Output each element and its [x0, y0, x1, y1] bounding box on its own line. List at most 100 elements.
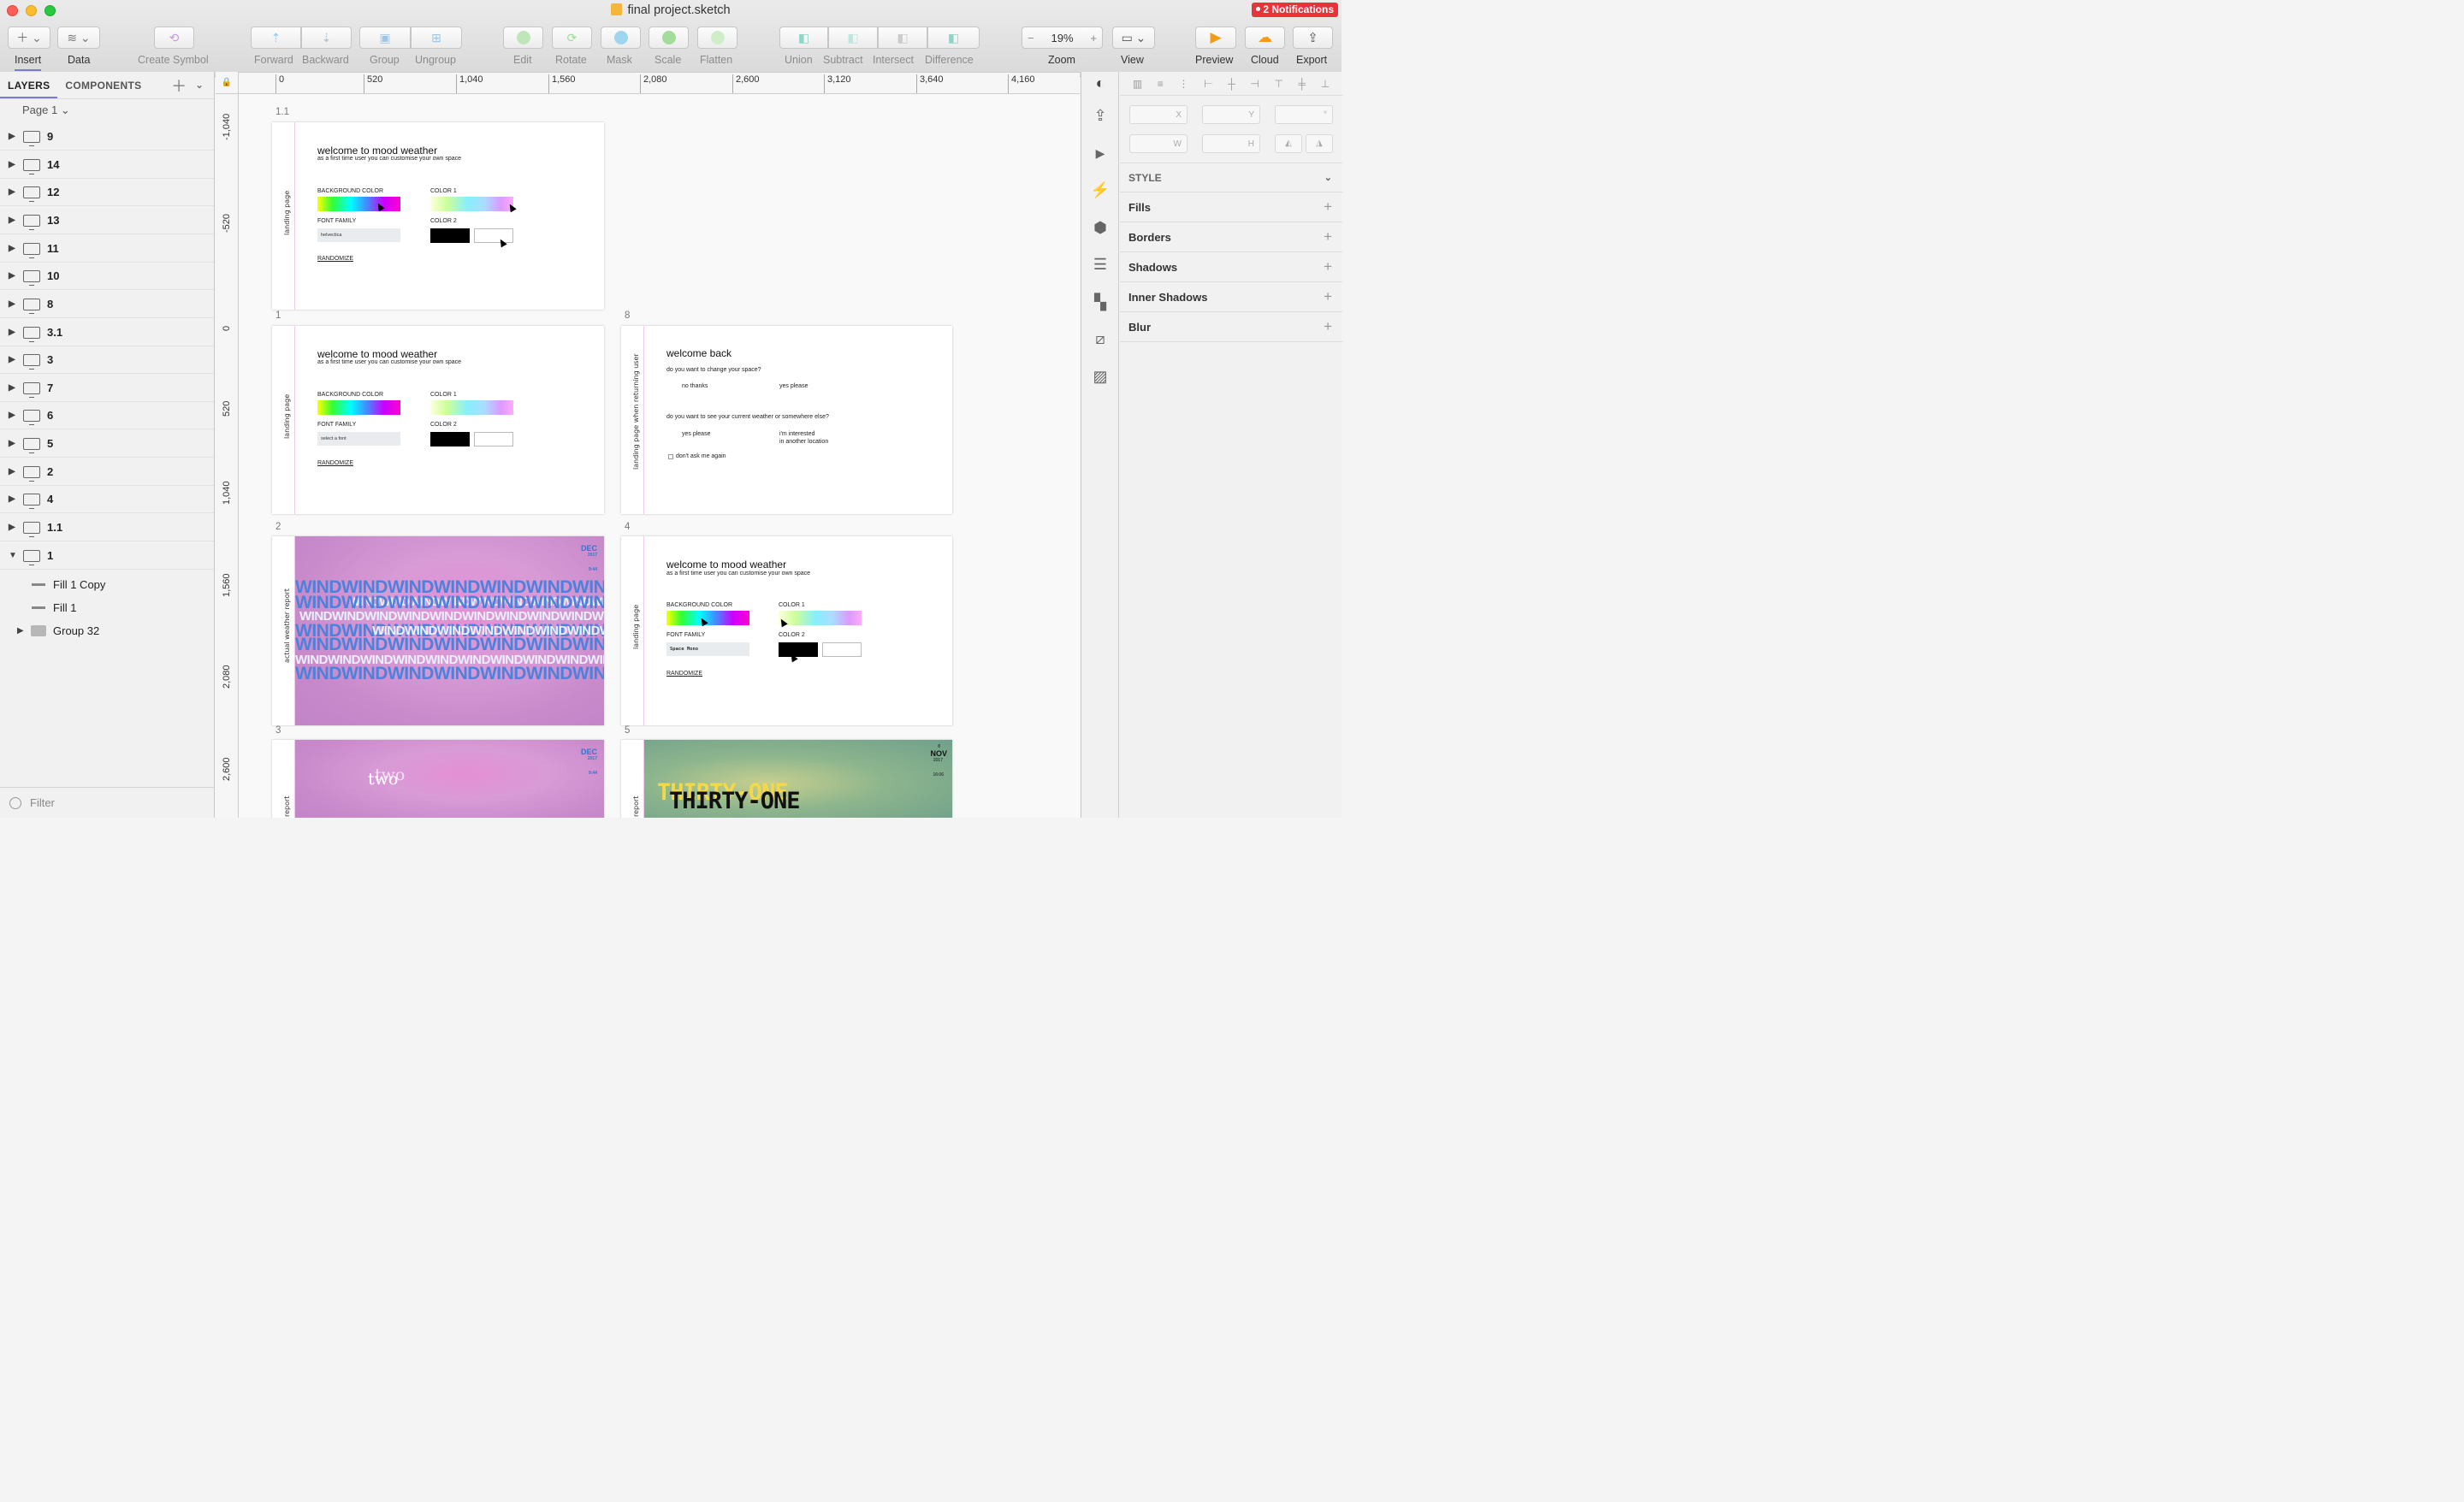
rotation-field[interactable]: ° — [1275, 105, 1333, 124]
layer-artboard-2[interactable]: ▶ 2 — [0, 458, 214, 486]
color2-white-swatch[interactable] — [822, 642, 862, 657]
randomize-link[interactable]: RANDOMIZE — [317, 256, 353, 262]
disclosure-arrow-icon[interactable]: ▼ — [9, 551, 17, 560]
add-border-button[interactable]: + — [1324, 228, 1332, 245]
export-upload-icon[interactable]: ⇪ — [1090, 105, 1111, 126]
layer-artboard-14[interactable]: ▶ 14 — [0, 151, 214, 179]
layer-artboard-3-1[interactable]: ▶ 3.1 — [0, 319, 214, 346]
artboard-8[interactable]: landing page when returning user welcome… — [621, 326, 952, 514]
tidy-icon[interactable]: ⋮ — [1178, 78, 1188, 90]
flatten-button[interactable] — [697, 27, 737, 49]
artboard-1-1[interactable]: landing page welcome to mood weather as … — [272, 122, 604, 310]
tab-layers[interactable]: LAYERS — [0, 80, 58, 98]
layer-filter[interactable]: Filter — [0, 787, 214, 818]
distribute-vertical-icon[interactable]: ≡ — [1158, 78, 1164, 90]
layer-artboard-5[interactable]: ▶ 5 — [0, 430, 214, 458]
disclosure-arrow-icon[interactable]: ▶ — [9, 216, 15, 225]
disclosure-arrow-icon[interactable]: ▶ — [9, 160, 15, 169]
chevron-down-icon[interactable]: ⌄ — [1324, 172, 1332, 183]
color1-gradient[interactable] — [430, 197, 513, 211]
layer-artboard-13[interactable]: ▶ 13 — [0, 207, 214, 234]
lightning-icon[interactable]: ⚡ — [1090, 180, 1111, 200]
add-inner-shadow-button[interactable]: + — [1324, 288, 1332, 305]
color2-white-swatch[interactable] — [474, 432, 513, 446]
dont-ask-checkbox[interactable] — [668, 454, 673, 459]
preview-button[interactable]: ▶ — [1195, 27, 1236, 49]
zoom-in-button[interactable]: + — [1090, 32, 1097, 44]
group-button[interactable]: ▣ — [359, 27, 411, 49]
disclosure-arrow-icon[interactable]: ▶ — [9, 328, 15, 337]
union-button[interactable]: ◧ — [779, 27, 828, 49]
inspector-icon[interactable]: ◐ — [1090, 73, 1111, 93]
disclosure-arrow-icon[interactable]: ▶ — [9, 523, 15, 532]
layer-artboard-8[interactable]: ▶ 8 — [0, 291, 214, 318]
yes-please-option-2[interactable]: yes please — [682, 431, 710, 437]
ruler-corner-lock-icon[interactable]: 🔒 — [216, 72, 239, 94]
zoom-out-button[interactable]: − — [1028, 32, 1034, 44]
scale-button[interactable] — [649, 27, 689, 49]
blur-section[interactable]: Blur + — [1120, 312, 1342, 342]
create-symbol-button[interactable]: ⟲ — [154, 27, 194, 49]
add-shadow-button[interactable]: + — [1324, 258, 1332, 275]
font-family-input[interactable]: Space Mono — [666, 642, 749, 656]
export-button[interactable]: ⇪ — [1293, 27, 1333, 49]
style-section[interactable]: STYLE ⌄ — [1120, 163, 1342, 192]
disclosure-arrow-icon[interactable]: ▶ — [9, 383, 15, 393]
disclosure-arrow-icon[interactable]: ▶ — [9, 355, 15, 364]
edit-image-icon[interactable]: ⧄ — [1090, 328, 1111, 349]
forward-button[interactable]: ⇡ — [251, 27, 301, 49]
list-icon[interactable]: ☰ — [1090, 254, 1111, 275]
y-field[interactable]: Y — [1202, 105, 1260, 124]
align-right-icon[interactable]: ⊣ — [1250, 78, 1259, 90]
artboard-2[interactable]: actual weather report WINDWINDWINDWINDWI… — [272, 536, 604, 725]
layer-fill-1-copy[interactable]: Fill 1 Copy — [0, 573, 214, 596]
edit-button[interactable] — [503, 27, 543, 49]
layer-group-32[interactable]: ▶ Group 32 — [0, 619, 214, 642]
artboard-label[interactable]: 2 — [275, 522, 281, 532]
flip-horizontal-icon[interactable]: ◭ — [1275, 134, 1302, 153]
zoom-control[interactable]: − 19% + — [1022, 27, 1103, 49]
disclosure-arrow-icon[interactable]: ▶ — [9, 299, 15, 309]
disclosure-arrow-icon[interactable]: ▶ — [9, 439, 15, 448]
add-fill-button[interactable]: + — [1324, 198, 1332, 216]
disclosure-arrow-icon[interactable]: ▶ — [9, 494, 15, 504]
page-selector[interactable]: Page 1 ⌄ — [0, 99, 214, 123]
hexagon-icon[interactable]: ⬢ — [1090, 217, 1111, 238]
color2-black-swatch[interactable] — [430, 228, 470, 243]
notifications-badge[interactable]: 2 Notifications — [1252, 3, 1338, 17]
symbols-icon[interactable]: ▚ — [1090, 292, 1111, 312]
cloud-button[interactable]: ☁ — [1245, 27, 1285, 49]
layer-artboard-1-1[interactable]: ▶ 1.1 — [0, 514, 214, 541]
color2-black-swatch[interactable] — [779, 642, 818, 657]
artboard-label[interactable]: 8 — [625, 310, 630, 321]
view-button[interactable]: ▭ ⌄ — [1112, 27, 1155, 49]
artboard-5[interactable]: report THIRTY-ONE THIRTY-ONE 8 NOV 2017 … — [621, 740, 952, 818]
no-thanks-option[interactable]: no thanks — [682, 383, 708, 389]
subtract-button[interactable]: ◧ — [828, 27, 878, 49]
bg-color-gradient[interactable] — [317, 400, 400, 415]
interested-option[interactable]: i'm interested — [779, 431, 814, 437]
layer-artboard-1[interactable]: ▼ 1 — [0, 542, 214, 570]
layer-artboard-3[interactable]: ▶ 3 — [0, 346, 214, 374]
disclosure-arrow-icon[interactable]: ▶ — [9, 411, 15, 420]
artboard-label[interactable]: 5 — [625, 725, 630, 736]
flip-vertical-icon[interactable]: ◮ — [1306, 134, 1333, 153]
tab-components[interactable]: COMPONENTS — [57, 80, 149, 92]
chevron-down-icon[interactable]: ⌄ — [195, 80, 204, 91]
layer-artboard-4[interactable]: ▶ 4 — [0, 486, 214, 513]
layer-artboard-7[interactable]: ▶ 7 — [0, 375, 214, 402]
add-blur-button[interactable]: + — [1324, 318, 1332, 335]
layer-artboard-6[interactable]: ▶ 6 — [0, 402, 214, 429]
align-left-icon[interactable]: ⊢ — [1204, 78, 1212, 90]
inner-shadows-section[interactable]: Inner Shadows + — [1120, 282, 1342, 312]
mask-button[interactable] — [601, 27, 641, 49]
backward-button[interactable]: ⇣ — [301, 27, 352, 49]
randomize-link[interactable]: RANDOMIZE — [317, 460, 353, 466]
vertical-ruler[interactable]: -1,040 -520 0 520 1,040 1,560 2,080 2,60… — [216, 94, 239, 818]
canvas[interactable]: 1.1 landing page welcome to mood weather… — [239, 94, 1080, 818]
align-bottom-icon[interactable]: ⊥ — [1321, 78, 1330, 90]
artboard-4[interactable]: landing page welcome to mood weather as … — [621, 536, 952, 725]
ungroup-button[interactable]: ⊞ — [411, 27, 462, 49]
font-family-input[interactable]: helvectica — [317, 228, 400, 242]
distribute-horizontal-icon[interactable]: ▥ — [1133, 78, 1142, 90]
